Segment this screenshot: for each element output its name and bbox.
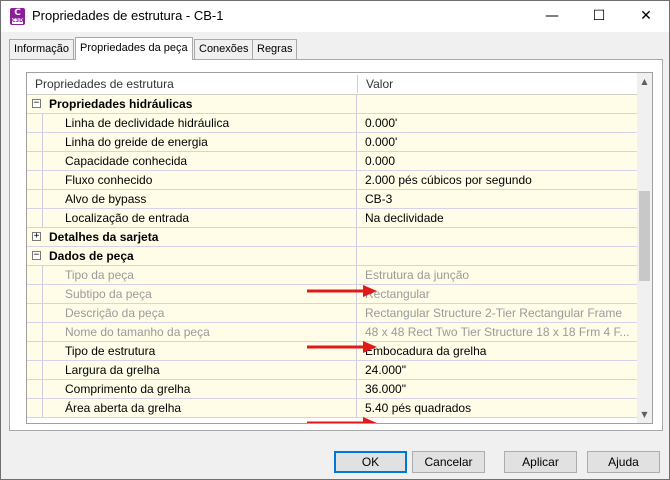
property-row[interactable]: Fluxo conhecido 2.000 pés cúbicos por seg… [27, 171, 637, 190]
property-value[interactable]: Na declividade [358, 209, 637, 227]
property-name: Área aberta da grelha [27, 399, 357, 417]
civil3d-app-icon: C C3D [10, 8, 25, 25]
tab-panel: Propriedades de estrutura Valor Propried… [9, 59, 663, 431]
window-title: Propriedades de estrutura - CB-1 [32, 8, 224, 23]
property-row[interactable]: Localização de entrada Na declividade [27, 209, 637, 228]
minimize-icon: — [545, 8, 559, 24]
tab-conexoes[interactable]: Conexões [194, 39, 254, 59]
property-row[interactable]: Capacidade conhecida 0.000 [27, 152, 637, 171]
property-row[interactable]: Descrição da peça Rectangular Structure 2… [27, 304, 637, 323]
row-indent [27, 285, 43, 303]
row-indent [27, 266, 43, 284]
property-name: Propriedades hidráulicas [27, 95, 357, 113]
property-row[interactable]: Área aberta da grelha 5.40 pés quadrados [27, 399, 637, 418]
vertical-scrollbar[interactable]: ▲ ▼ [637, 73, 652, 423]
property-name: Descrição da peça [27, 304, 357, 322]
row-indent [27, 342, 43, 360]
property-name: Linha do greide de energia [27, 133, 357, 151]
apply-button[interactable]: Aplicar [504, 451, 577, 473]
property-row[interactable]: Tipo da peça Estrutura da junção [27, 266, 637, 285]
property-value[interactable]: 0.000 [358, 152, 637, 170]
annotation-arrow-icon [307, 341, 377, 353]
annotation-arrow-icon [307, 417, 377, 423]
maximize-button[interactable]: ☐ [576, 1, 622, 32]
app-icon-sub: C3D [12, 18, 24, 24]
property-value[interactable]: CB-3 [358, 190, 637, 208]
property-name: Comprimento da grelha [27, 380, 357, 398]
row-indent [27, 323, 43, 341]
collapse-icon[interactable]: − [32, 251, 41, 260]
maximize-icon: ☐ [592, 8, 606, 24]
property-value[interactable]: 2.000 pés cúbicos por segundo [358, 171, 637, 189]
dialog-button-bar: OK Cancelar Aplicar Ajuda [1, 441, 669, 479]
grid-rows: Propriedades hidráulicas − Linha de decliv… [27, 95, 637, 418]
row-indent [27, 380, 43, 398]
dialog-window: C C3D Propriedades de estrutura - CB-1 —… [0, 0, 670, 480]
property-name: Localização de entrada [27, 209, 357, 227]
cancel-button[interactable]: Cancelar [412, 451, 485, 473]
collapse-icon[interactable]: − [32, 99, 41, 108]
minimize-button[interactable]: — [529, 1, 575, 32]
property-name: Alvo de bypass [27, 190, 357, 208]
property-value[interactable]: Rectangular Structure 2-Tier Rectangular… [358, 304, 637, 322]
property-row[interactable]: Alvo de bypass CB-3 [27, 190, 637, 209]
property-value[interactable]: 5.40 pés quadrados [358, 399, 637, 417]
property-value[interactable]: 0.000' [358, 133, 637, 151]
row-indent [27, 304, 43, 322]
property-row[interactable]: Comprimento da grelha 36.000" [27, 380, 637, 399]
tab-propriedades-da-peca[interactable]: Propriedades da peça [75, 37, 193, 60]
property-row[interactable]: Linha do greide de energia 0.000' [27, 133, 637, 152]
property-value[interactable]: 0.000' [358, 114, 637, 132]
property-name: Linha de declividade hidráulica [27, 114, 357, 132]
property-name: Fluxo conhecido [27, 171, 357, 189]
row-indent [27, 114, 43, 132]
property-value [358, 228, 637, 246]
property-row[interactable]: Linha de declividade hidráulica 0.000' [27, 114, 637, 133]
expand-icon[interactable]: + [32, 232, 41, 241]
property-name: Dados de peça [27, 247, 357, 265]
row-indent [27, 171, 43, 189]
property-name: Largura da grelha [27, 361, 357, 379]
ok-button[interactable]: OK [334, 451, 407, 473]
column-header-value[interactable]: Valor [358, 73, 637, 95]
close-icon: ✕ [640, 8, 652, 24]
row-indent [27, 133, 43, 151]
property-value[interactable]: Rectangular [358, 285, 637, 303]
row-indent [27, 152, 43, 170]
scroll-up-icon[interactable]: ▲ [637, 73, 652, 90]
property-value [358, 247, 637, 265]
tab-regras[interactable]: Regras [252, 39, 298, 59]
property-name: Nome do tamanho da peça [27, 323, 357, 341]
annotation-arrow-icon [307, 285, 377, 297]
property-grid: Propriedades de estrutura Valor Propried… [26, 72, 653, 424]
property-value [358, 95, 637, 113]
property-value[interactable]: 36.000" [358, 380, 637, 398]
property-value[interactable]: 24.000" [358, 361, 637, 379]
property-group-row[interactable]: Dados de peça − [27, 247, 637, 266]
property-row[interactable]: Largura da grelha 24.000" [27, 361, 637, 380]
property-name: Tipo da peça [27, 266, 357, 284]
property-value[interactable]: Embocadura da grelha [358, 342, 637, 360]
row-indent [27, 361, 43, 379]
property-value[interactable]: 48 x 48 Rect Two Tier Structure 18 x 18 … [358, 323, 637, 341]
scroll-thumb[interactable] [639, 191, 650, 281]
property-name: Detalhes da sarjeta [27, 228, 357, 246]
help-button[interactable]: Ajuda [587, 451, 660, 473]
row-indent [27, 190, 43, 208]
property-group-row[interactable]: Propriedades hidráulicas − [27, 95, 637, 114]
property-value[interactable]: Estrutura da junção [358, 266, 637, 284]
property-name: Capacidade conhecida [27, 152, 357, 170]
row-indent [27, 399, 43, 417]
app-icon-letter: C [14, 8, 21, 18]
scroll-down-icon[interactable]: ▼ [637, 406, 652, 423]
row-indent [27, 209, 43, 227]
property-group-row[interactable]: Detalhes da sarjeta + [27, 228, 637, 247]
property-row[interactable]: Nome do tamanho da peça 48 x 48 Rect Two … [27, 323, 637, 342]
tab-informacao[interactable]: Informação [9, 39, 75, 59]
grid-header: Propriedades de estrutura Valor [27, 73, 637, 95]
close-button[interactable]: ✕ [623, 1, 669, 32]
column-header-property[interactable]: Propriedades de estrutura [27, 73, 357, 95]
title-bar[interactable]: C C3D Propriedades de estrutura - CB-1 —… [1, 1, 669, 32]
